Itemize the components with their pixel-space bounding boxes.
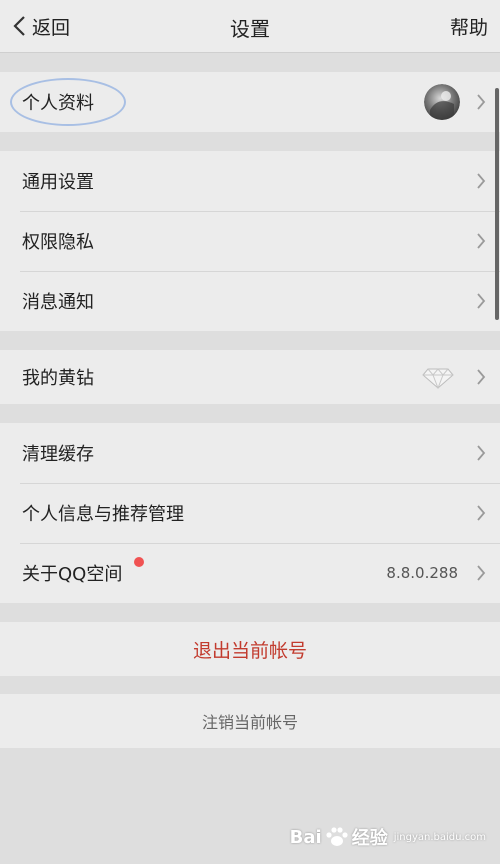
- notifications-row[interactable]: 消息通知: [0, 271, 500, 331]
- avatar: [424, 84, 460, 120]
- about-label: 关于QQ空间: [22, 564, 123, 585]
- watermark-suffix: 经验: [351, 828, 388, 849]
- logout-button[interactable]: 退出当前帐号: [0, 622, 500, 676]
- yellow-diamond-label: 我的黄钻: [22, 368, 94, 389]
- yellow-diamond-section: 我的黄钻: [0, 350, 500, 404]
- help-button[interactable]: 帮助: [450, 13, 488, 40]
- chevron-right-icon: [476, 369, 486, 385]
- notifications-label: 消息通知: [22, 292, 94, 313]
- navigation-bar: 返回 设置 帮助: [0, 0, 500, 53]
- chevron-right-icon: [476, 505, 486, 521]
- general-settings-section: 通用设置 权限隐私 消息通知: [0, 151, 500, 331]
- chevron-right-icon: [476, 445, 486, 461]
- chevron-right-icon: [476, 94, 486, 110]
- personal-info-label: 个人信息与推荐管理: [22, 504, 184, 525]
- watermark: Bai 经验 jingyan.baidu.com: [290, 824, 486, 850]
- misc-section: 清理缓存 个人信息与推荐管理 关于QQ空间 8.8.0.288: [0, 423, 500, 603]
- privacy-label: 权限隐私: [22, 232, 94, 253]
- watermark-sub: jingyan.baidu.com: [393, 831, 486, 843]
- clear-cache-row[interactable]: 清理缓存: [0, 423, 500, 483]
- deregister-button[interactable]: 注销当前帐号: [0, 694, 500, 748]
- chevron-right-icon: [476, 233, 486, 249]
- general-settings-label: 通用设置: [22, 172, 94, 193]
- privacy-row[interactable]: 权限隐私: [0, 211, 500, 271]
- personal-info-row[interactable]: 个人信息与推荐管理: [0, 483, 500, 543]
- yellow-diamond-row[interactable]: 我的黄钻: [0, 350, 500, 404]
- paw-icon: [326, 827, 348, 846]
- notification-badge: [134, 557, 144, 567]
- diamond-icon: [422, 365, 454, 390]
- scrollbar[interactable]: [495, 88, 499, 320]
- version-value: 8.8.0.288: [386, 564, 458, 582]
- logout-label: 退出当前帐号: [192, 639, 307, 662]
- deregister-label: 注销当前帐号: [201, 713, 298, 732]
- chevron-right-icon: [476, 293, 486, 309]
- chevron-right-icon: [476, 565, 486, 581]
- profile-row[interactable]: 个人资料: [0, 72, 500, 132]
- about-row[interactable]: 关于QQ空间 8.8.0.288: [0, 543, 500, 603]
- general-settings-row[interactable]: 通用设置: [0, 151, 500, 211]
- page-title: 设置: [230, 17, 270, 41]
- chevron-right-icon: [476, 173, 486, 189]
- highlight-annotation: [10, 78, 126, 126]
- clear-cache-label: 清理缓存: [22, 444, 94, 465]
- watermark-brand: Bai: [289, 826, 322, 848]
- profile-section: 个人资料: [0, 72, 500, 132]
